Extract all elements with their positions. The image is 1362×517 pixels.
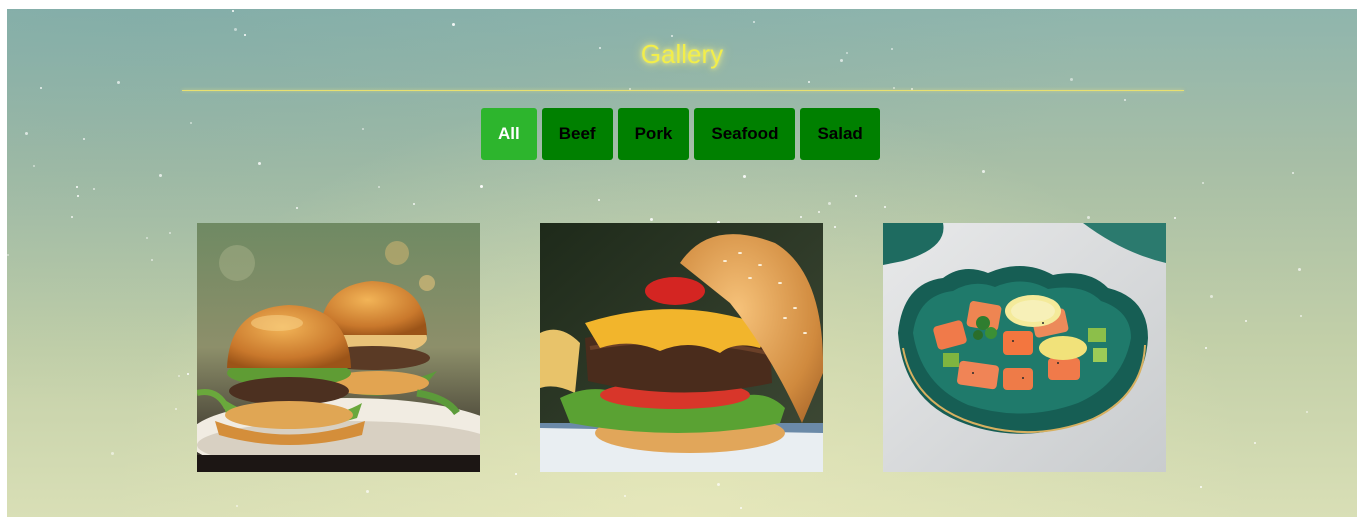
star-dot (855, 195, 857, 198)
salmon-bowl-photo (883, 223, 1166, 472)
star-dot (1086, 216, 1090, 220)
filter-bar: All Beef Pork Seafood Salad (481, 108, 880, 160)
star-dot (598, 198, 601, 201)
star-dot (233, 27, 237, 31)
star-dot (39, 86, 42, 89)
star-dot (1173, 217, 1176, 220)
star-dot (187, 373, 190, 376)
star-dot (451, 22, 455, 26)
star-dot (189, 121, 192, 124)
star-dot (1253, 441, 1256, 444)
star-dot (1306, 410, 1309, 413)
filter-pork-button[interactable]: Pork (617, 108, 690, 160)
filter-seafood-button[interactable]: Seafood (694, 108, 796, 160)
star-dot (981, 169, 985, 173)
star-dot (827, 202, 831, 206)
gallery-item-salmon-bowl[interactable] (883, 223, 1166, 472)
gallery-item-double-burgers[interactable] (197, 223, 480, 472)
star-dot (169, 232, 172, 235)
title-divider (182, 90, 1184, 91)
star-dot (116, 81, 120, 85)
star-dot (1244, 320, 1247, 323)
star-dot (649, 217, 653, 221)
star-dot (151, 258, 154, 261)
star-dot (884, 205, 887, 208)
star-dot (893, 86, 896, 89)
page-title: Gallery (640, 39, 724, 69)
gallery-section: Gallery All Beef Pork Seafood Salad (7, 9, 1357, 517)
star-dot (623, 495, 626, 498)
filter-salad-button[interactable]: Salad (800, 108, 880, 160)
star-dot (243, 34, 246, 37)
star-dot (1291, 172, 1294, 175)
star-dot (25, 132, 29, 136)
star-dot (231, 10, 234, 13)
star-dot (378, 186, 381, 189)
star-dot (236, 504, 239, 507)
star-dot (742, 175, 746, 179)
star-dot (1297, 267, 1301, 271)
star-dot (1070, 77, 1074, 81)
star-dot (1209, 294, 1213, 298)
star-dot (83, 138, 86, 141)
star-dot (32, 164, 35, 167)
star-dot (257, 161, 261, 165)
star-dot (175, 407, 178, 410)
star-dot (178, 375, 181, 378)
star-dot (93, 187, 96, 190)
star-dot (71, 216, 74, 219)
star-dot (362, 128, 365, 131)
gallery-grid (197, 223, 1166, 472)
star-dot (1205, 347, 1207, 349)
star-dot (515, 472, 518, 475)
star-dot (480, 185, 484, 189)
gallery-item-cheeseburger[interactable] (540, 223, 823, 472)
filter-all-button[interactable]: All (481, 108, 537, 160)
star-dot (158, 174, 162, 178)
filter-beef-button[interactable]: Beef (541, 108, 613, 160)
star-dot (7, 254, 10, 257)
star-dot (817, 211, 820, 214)
star-dot (671, 35, 674, 38)
star-dot (110, 452, 114, 456)
cheeseburger-photo (540, 223, 823, 472)
star-dot (752, 21, 755, 24)
star-dot (799, 215, 802, 218)
star-dot (76, 194, 79, 197)
star-dot (75, 185, 78, 188)
star-dot (296, 206, 299, 209)
star-dot (1199, 485, 1202, 488)
star-dot (740, 506, 743, 509)
star-dot (145, 237, 148, 240)
star-dot (808, 81, 811, 84)
star-dot (412, 203, 415, 206)
star-dot (1300, 315, 1303, 318)
star-dot (1123, 98, 1126, 101)
star-dot (1201, 182, 1204, 185)
double-burgers-photo (197, 223, 480, 472)
star-dot (365, 490, 369, 494)
star-dot (717, 483, 721, 487)
